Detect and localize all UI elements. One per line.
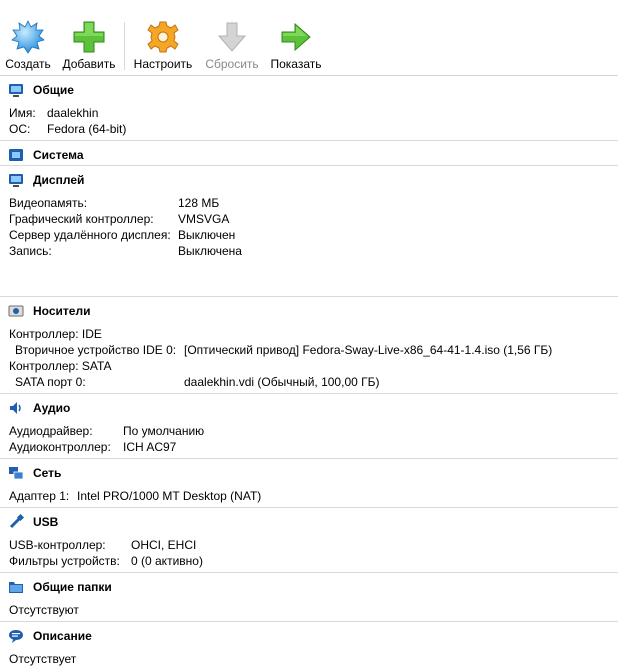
chip-icon bbox=[9, 149, 23, 161]
general-os-label: ОС: bbox=[9, 122, 31, 136]
speech-bubble-icon bbox=[9, 630, 23, 643]
section-general-header[interactable]: Общие bbox=[0, 78, 618, 100]
discard-button[interactable]: Сбросить bbox=[201, 0, 263, 75]
create-button[interactable]: Создать bbox=[2, 0, 54, 75]
shared-value: Отсутствуют bbox=[9, 603, 79, 617]
section-description-title: Описание bbox=[33, 629, 92, 643]
folder-icon bbox=[9, 582, 23, 593]
new-machine-icon bbox=[11, 20, 45, 54]
display-icon bbox=[9, 174, 23, 187]
settings-button[interactable]: Настроить bbox=[130, 0, 196, 75]
network-icon bbox=[9, 467, 24, 480]
section-description-header[interactable]: Описание bbox=[0, 624, 618, 646]
storage-sata-port-value[interactable]: daalekhin.vdi (Обычный, 100,00 ГБ) bbox=[184, 375, 380, 389]
arrow-right-icon bbox=[281, 22, 311, 52]
show-button[interactable]: Показать bbox=[266, 0, 326, 75]
audio-driver-value: По умолчанию bbox=[123, 424, 205, 438]
section-network-title: Сеть bbox=[33, 466, 62, 480]
toolbar: Создать Добавить Настроить Сбросить Пока… bbox=[0, 0, 618, 76]
network-adapter-value: Intel PRO/1000 MT Desktop (NAT) bbox=[77, 489, 262, 503]
create-label: Создать bbox=[5, 57, 51, 71]
section-general-title: Общие bbox=[33, 83, 74, 97]
speaker-icon bbox=[10, 402, 21, 414]
usb-icon bbox=[9, 514, 24, 529]
divider bbox=[0, 621, 618, 622]
display-recording-label: Запись: bbox=[9, 244, 52, 258]
storage-icon bbox=[8, 305, 24, 317]
divider bbox=[0, 165, 618, 166]
storage-sata-port-label: SATA порт 0: bbox=[15, 375, 86, 389]
section-audio-title: Аудио bbox=[33, 401, 71, 415]
section-network-header[interactable]: Сеть bbox=[0, 461, 618, 483]
display-video-mem-label: Видеопамять: bbox=[9, 196, 88, 210]
storage-ide-dev-label: Вторичное устройство IDE 0: bbox=[15, 343, 177, 357]
general-name-value: daalekhin bbox=[47, 106, 99, 120]
toolbar-separator bbox=[124, 22, 125, 70]
section-shared-header[interactable]: Общие папки bbox=[0, 575, 618, 597]
display-video-mem-value: 128 МБ bbox=[178, 196, 220, 210]
section-storage-title: Носители bbox=[33, 304, 91, 318]
section-display-header[interactable]: Дисплей bbox=[0, 168, 618, 190]
storage-ctrl-ide: Контроллер: IDE bbox=[9, 327, 102, 341]
description-value: Отсутствует bbox=[9, 652, 77, 666]
storage-ide-dev-value[interactable]: [Оптический привод] Fedora-Sway-Live-x86… bbox=[184, 343, 552, 357]
divider bbox=[0, 393, 618, 394]
section-usb-header[interactable]: USB bbox=[0, 510, 618, 532]
display-recording-value: Выключена bbox=[178, 244, 242, 258]
general-os-value: Fedora (64-bit) bbox=[47, 122, 127, 136]
add-button[interactable]: Добавить bbox=[60, 0, 118, 75]
audio-controller-label: Аудиоконтроллер: bbox=[9, 440, 111, 454]
section-storage-header[interactable]: Носители bbox=[0, 299, 618, 321]
plus-icon bbox=[73, 21, 105, 53]
section-display-title: Дисплей bbox=[33, 173, 85, 187]
audio-controller-value: ICH AC97 bbox=[123, 440, 177, 454]
section-audio-header[interactable]: Аудио bbox=[0, 396, 618, 418]
usb-filters-label: Фильтры устройств: bbox=[9, 554, 120, 568]
general-name-label: Имя: bbox=[9, 106, 36, 120]
monitor-icon bbox=[9, 84, 23, 97]
divider bbox=[0, 140, 618, 141]
arrow-down-icon bbox=[217, 22, 247, 52]
usb-controller-label: USB-контроллер: bbox=[9, 538, 106, 552]
usb-filters-value: 0 (0 активно) bbox=[131, 554, 203, 568]
divider bbox=[0, 296, 618, 297]
display-graphics-value: VMSVGA bbox=[178, 212, 230, 226]
discard-label: Сбросить bbox=[205, 57, 259, 71]
settings-label: Настроить bbox=[133, 57, 193, 71]
divider bbox=[0, 507, 618, 508]
divider bbox=[0, 572, 618, 573]
display-remote-label: Сервер удалённого дисплея: bbox=[9, 228, 171, 242]
gear-icon bbox=[147, 21, 179, 53]
add-label: Добавить bbox=[62, 57, 116, 71]
divider bbox=[0, 458, 618, 459]
network-adapter-label: Адаптер 1: bbox=[9, 489, 70, 503]
section-system-title: Система bbox=[33, 148, 84, 162]
show-label: Показать bbox=[270, 57, 322, 71]
section-system-header[interactable]: Система bbox=[0, 143, 618, 165]
display-graphics-label: Графический контроллер: bbox=[9, 212, 154, 226]
section-usb-title: USB bbox=[33, 515, 59, 529]
display-remote-value: Выключен bbox=[178, 228, 236, 242]
section-shared-title: Общие папки bbox=[33, 580, 112, 594]
storage-ctrl-sata: Контроллер: SATA bbox=[9, 359, 112, 373]
audio-driver-label: Аудиодрайвер: bbox=[9, 424, 93, 438]
usb-controller-value: OHCI, EHCI bbox=[131, 538, 197, 552]
